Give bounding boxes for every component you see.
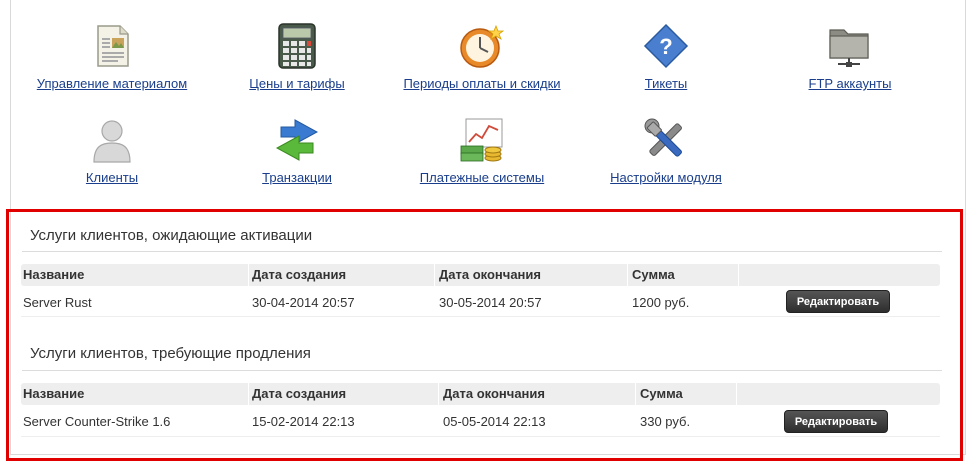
module-grid: Управление материалом Цены и тарифы Пери…: [0, 0, 979, 200]
module-link[interactable]: Платежные системы: [420, 170, 544, 185]
module-tickets[interactable]: ? Тикеты: [571, 22, 761, 93]
column-expires: Дата окончания: [439, 267, 541, 282]
module-payment-periods[interactable]: Периоды оплаты и скидки: [387, 22, 577, 93]
clock-icon: [460, 24, 505, 68]
column-separator: [738, 264, 739, 286]
row-divider: [21, 436, 940, 437]
tools-icon: [644, 118, 682, 157]
section-title-pending: Услуги клиентов, ожидающие активации: [30, 227, 313, 244]
edit-button[interactable]: Редактировать: [784, 410, 888, 433]
column-sum: Сумма: [632, 267, 675, 282]
module-payment-systems[interactable]: Платежные системы: [387, 116, 577, 187]
divider: [22, 370, 942, 371]
column-separator: [248, 264, 249, 286]
column-sum: Сумма: [640, 386, 683, 401]
module-clients[interactable]: Клиенты: [17, 116, 207, 187]
column-separator: [635, 383, 636, 405]
divider: [22, 251, 942, 252]
module-link[interactable]: Транзакции: [262, 170, 332, 185]
column-separator: [736, 383, 737, 405]
document-icon: [97, 25, 129, 67]
service-name: Server Counter-Strike 1.6: [23, 414, 171, 429]
help-icon: ?: [643, 23, 689, 69]
created-date: 15-02-2014 22:13: [252, 414, 355, 429]
table-header: Название Дата создания Дата окончания Су…: [21, 264, 940, 286]
module-transactions[interactable]: Транзакции: [202, 116, 392, 187]
service-name: Server Rust: [23, 295, 92, 310]
sum-value: 1200 руб.: [632, 295, 690, 310]
column-name: Название: [23, 267, 85, 282]
user-icon: [93, 120, 131, 163]
column-separator: [627, 264, 628, 286]
created-date: 30-04-2014 20:57: [252, 295, 355, 310]
money-chart-icon: [460, 118, 503, 162]
column-separator: [248, 383, 249, 405]
column-separator: [438, 383, 439, 405]
module-link[interactable]: Цены и тарифы: [249, 76, 344, 91]
module-ftp[interactable]: FTP аккаунты: [755, 22, 945, 93]
expiry-date: 30-05-2014 20:57: [439, 295, 542, 310]
sum-value: 330 руб.: [640, 414, 691, 429]
network-folder-icon: [829, 29, 869, 67]
column-separator: [434, 264, 435, 286]
column-expires: Дата окончания: [443, 386, 545, 401]
module-link[interactable]: Тикеты: [645, 76, 688, 91]
module-link[interactable]: Периоды оплаты и скидки: [403, 76, 560, 91]
module-settings[interactable]: Настройки модуля: [571, 116, 761, 187]
table-header: Название Дата создания Дата окончания Су…: [21, 383, 940, 405]
transfer-arrows-icon: [275, 119, 319, 161]
expiry-date: 05-05-2014 22:13: [443, 414, 546, 429]
module-content-management[interactable]: Управление материалом: [17, 22, 207, 93]
svg-text:?: ?: [659, 34, 672, 59]
section-title-renewal: Услуги клиентов, требующие продления: [30, 345, 311, 362]
column-created: Дата создания: [252, 267, 347, 282]
edit-button[interactable]: Редактировать: [786, 290, 890, 313]
module-link[interactable]: Клиенты: [86, 170, 138, 185]
column-created: Дата создания: [252, 386, 347, 401]
column-name: Название: [23, 386, 85, 401]
module-link[interactable]: Настройки модуля: [610, 170, 722, 185]
module-link[interactable]: FTP аккаунты: [809, 76, 892, 91]
module-link[interactable]: Управление материалом: [37, 76, 187, 91]
module-prices[interactable]: Цены и тарифы: [202, 22, 392, 93]
row-divider: [21, 316, 940, 317]
calculator-icon: [278, 23, 316, 69]
